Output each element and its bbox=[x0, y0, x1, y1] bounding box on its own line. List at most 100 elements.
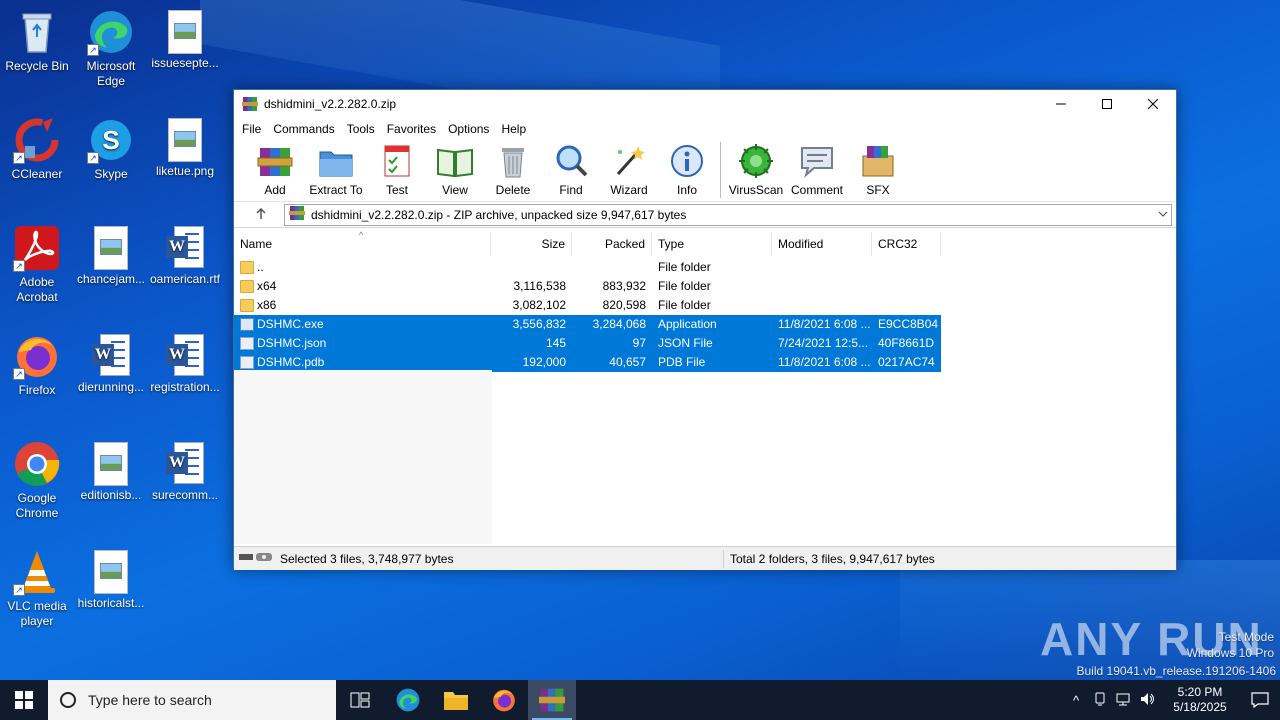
taskbar-edge[interactable] bbox=[384, 680, 432, 720]
taskbar-file-explorer[interactable] bbox=[432, 680, 480, 720]
notification-center-button[interactable] bbox=[1240, 680, 1280, 720]
network-icon[interactable] bbox=[1112, 692, 1136, 709]
chevron-down-icon[interactable] bbox=[1155, 209, 1171, 220]
taskbar-winrar[interactable] bbox=[528, 680, 576, 720]
zip-archive-icon bbox=[289, 205, 305, 224]
image-file-icon bbox=[168, 10, 202, 54]
device-icon[interactable] bbox=[1088, 692, 1112, 709]
file-row[interactable]: x64 3,116,538 883,932 File folder bbox=[234, 277, 1176, 296]
desktop-icon-adobe-acrobat[interactable]: ↗ Adobe Acrobat bbox=[0, 224, 74, 305]
toolbar-label: Delete bbox=[495, 183, 531, 197]
menu-commands[interactable]: Commands bbox=[267, 122, 340, 136]
desktop-icon-vlc[interactable]: ↗ VLC media player bbox=[0, 548, 74, 629]
up-one-level-button[interactable] bbox=[238, 207, 284, 223]
desktop-icon-recycle-bin[interactable]: Recycle Bin bbox=[0, 8, 74, 74]
desktop-icon-word-doc[interactable]: W registration... bbox=[148, 332, 222, 395]
desktop-icon-image-file[interactable]: historicalst... bbox=[74, 548, 148, 611]
find-button[interactable]: Find bbox=[542, 142, 600, 197]
task-view-button[interactable] bbox=[336, 680, 384, 720]
menu-tools[interactable]: Tools bbox=[341, 122, 381, 136]
column-packed[interactable]: Packed bbox=[572, 232, 652, 256]
status-total: Total 2 folders, 3 files, 9,947,617 byte… bbox=[730, 551, 935, 566]
desktop-icon-microsoft-edge[interactable]: ↗ Microsoft Edge bbox=[74, 8, 148, 89]
desktop-icon-word-doc[interactable]: W dierunning... bbox=[74, 332, 148, 395]
cell-crc32: 40F8661D bbox=[878, 336, 935, 350]
virusscan-button[interactable]: VirusScan bbox=[727, 142, 785, 197]
desktop-icon-label: Recycle Bin bbox=[5, 59, 69, 73]
title-bar[interactable]: dshidmini_v2.2.282.0.zip bbox=[234, 90, 1176, 118]
desktop-icon-word-doc[interactable]: W surecomm... bbox=[148, 440, 222, 503]
column-type[interactable]: Type bbox=[652, 232, 772, 256]
close-button[interactable] bbox=[1130, 90, 1176, 118]
task-view-icon bbox=[350, 692, 370, 708]
comment-button[interactable]: Comment bbox=[785, 142, 849, 197]
address-field[interactable]: dshidmini_v2.2.282.0.zip - ZIP archive, … bbox=[284, 203, 1172, 226]
desktop-icon-label: Adobe Acrobat bbox=[16, 275, 58, 304]
wizard-button[interactable]: Wizard bbox=[600, 142, 658, 197]
minimize-button[interactable] bbox=[1038, 90, 1084, 118]
desktop-icon-image-file[interactable]: editionisb... bbox=[74, 440, 148, 503]
maximize-button[interactable] bbox=[1084, 90, 1130, 118]
volume-icon[interactable] bbox=[1136, 692, 1160, 709]
chrome-icon bbox=[13, 440, 61, 488]
desktop-icon-label: registration... bbox=[150, 380, 220, 394]
cell-name: DSHMC.exe bbox=[234, 315, 491, 334]
cell-packed: 3,284,068 bbox=[592, 317, 646, 331]
virus-icon bbox=[737, 142, 775, 180]
winrar-icon bbox=[539, 688, 565, 712]
info-button[interactable]: Info bbox=[658, 142, 716, 197]
column-name[interactable]: ^ Name bbox=[234, 230, 491, 256]
desktop-icon-label: CCleaner bbox=[11, 167, 63, 181]
extract-to-button[interactable]: Extract To bbox=[304, 142, 368, 197]
drive-icon bbox=[238, 551, 274, 566]
desktop-icon-image-file[interactable]: issuesepte... bbox=[148, 8, 222, 71]
cell-crc32: 0217AC74 bbox=[878, 355, 935, 369]
add-button[interactable]: Add bbox=[246, 142, 304, 197]
file-row[interactable]: .. File folder bbox=[234, 258, 1176, 277]
folder-icon bbox=[240, 261, 254, 274]
cell-crc32 bbox=[872, 296, 941, 315]
desktop-icon-firefox[interactable]: ↗ Firefox bbox=[0, 332, 74, 398]
maximize-icon bbox=[1102, 99, 1112, 109]
menu-options[interactable]: Options bbox=[442, 122, 495, 136]
folder-icon bbox=[444, 692, 468, 710]
toolbar-label: Wizard bbox=[610, 183, 648, 197]
file-row[interactable]: DSHMC.exe 3,556,832 3,284,068 Application 11… bbox=[234, 315, 941, 334]
desktop-icon-ccleaner[interactable]: ↗ CCleaner bbox=[0, 116, 74, 182]
sort-ascending-icon: ^ bbox=[359, 230, 364, 240]
desktop-icon-google-chrome[interactable]: Google Chrome bbox=[0, 440, 74, 521]
winrar-icon bbox=[242, 96, 258, 112]
clock[interactable]: 5:20 PM 5/18/2025 bbox=[1160, 685, 1240, 715]
desktop-icon-word-doc[interactable]: W oamerican.rtf bbox=[148, 224, 222, 287]
column-modified[interactable]: Modified bbox=[772, 232, 872, 256]
column-size[interactable]: Size bbox=[491, 232, 572, 256]
file-row[interactable]: x86 3,082,102 820,598 File folder bbox=[234, 296, 1176, 315]
firefox-icon: ↗ bbox=[13, 332, 61, 380]
taskbar-firefox[interactable] bbox=[480, 680, 528, 720]
cell-crc32: E9CC8B04 bbox=[878, 317, 939, 331]
column-header-row: ^ Name Size Packed Type Modified CRC32 bbox=[234, 230, 1176, 256]
desktop-icon-image-file[interactable]: liketue.png bbox=[148, 116, 222, 179]
taskbar-search-box[interactable]: Type here to search bbox=[48, 680, 336, 720]
desktop-icon-label: oamerican.rtf bbox=[149, 272, 221, 286]
start-button[interactable] bbox=[0, 680, 48, 720]
menu-help[interactable]: Help bbox=[495, 122, 532, 136]
cell-type: File folder bbox=[658, 298, 711, 312]
desktop-icon-label: Microsoft Edge bbox=[86, 59, 136, 88]
file-row[interactable]: DSHMC.json 145 97 JSON File 7/24/2021 12:5..… bbox=[234, 334, 941, 353]
magnifier-icon bbox=[552, 142, 590, 180]
toolbar-label: VirusScan bbox=[728, 183, 784, 197]
chevron-up-icon[interactable]: ^ bbox=[1064, 693, 1088, 708]
cell-crc32 bbox=[872, 258, 941, 277]
word-document-icon: W bbox=[166, 226, 204, 270]
test-button[interactable]: Test bbox=[368, 142, 426, 197]
sfx-button[interactable]: SFX bbox=[849, 142, 907, 197]
cell-type: PDB File bbox=[658, 355, 706, 369]
view-button[interactable]: View bbox=[426, 142, 484, 197]
desktop-icon-skype[interactable]: S ↗ Skype bbox=[74, 116, 148, 182]
delete-button[interactable]: Delete bbox=[484, 142, 542, 197]
menu-favorites[interactable]: Favorites bbox=[381, 122, 442, 136]
column-crc32[interactable]: CRC32 bbox=[872, 232, 941, 256]
menu-file[interactable]: File bbox=[236, 122, 267, 136]
desktop-icon-image-file[interactable]: chancejam... bbox=[74, 224, 148, 287]
